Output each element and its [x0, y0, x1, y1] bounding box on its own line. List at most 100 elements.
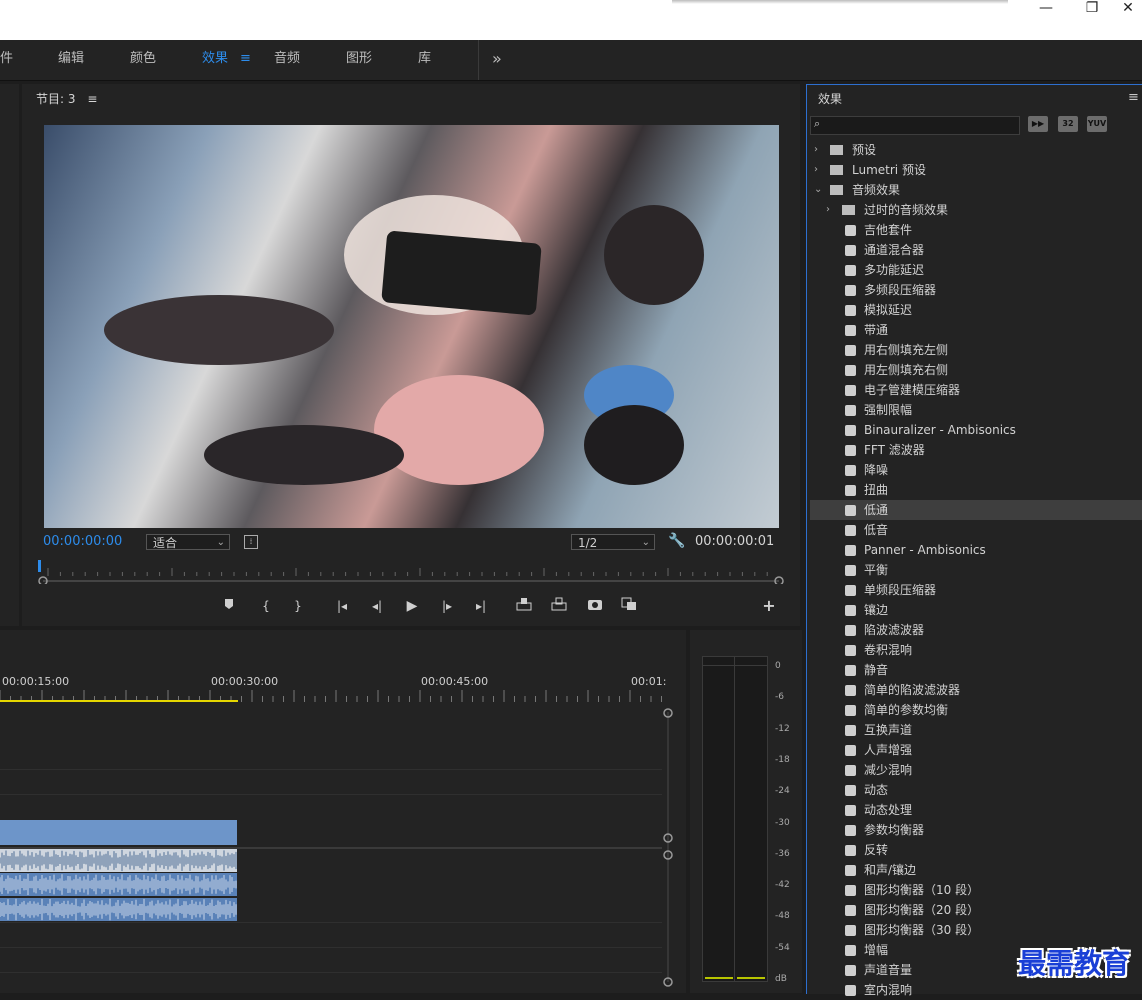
effect-list-item[interactable]: 低通: [810, 500, 1142, 520]
effect-list-item[interactable]: 用左侧填充右侧: [810, 360, 1142, 380]
step-back-icon[interactable]: ◂|: [368, 597, 386, 615]
chevron-right-icon[interactable]: ›: [826, 200, 830, 220]
effect-list-item[interactable]: 扭曲: [810, 480, 1142, 500]
effect-list-item[interactable]: 动态: [810, 780, 1142, 800]
effect-list-item[interactable]: 反转: [810, 840, 1142, 860]
effect-list-item[interactable]: 动态处理: [810, 800, 1142, 820]
32bit-effects-icon[interactable]: 32: [1058, 116, 1078, 132]
panel-menu-icon[interactable]: ≡: [1128, 90, 1139, 105]
work-area-bar[interactable]: [0, 700, 238, 702]
resolution-select[interactable]: 1/2 ⌄: [571, 534, 655, 550]
audio-clip[interactable]: [0, 898, 237, 921]
audio-clip[interactable]: [0, 873, 237, 896]
effect-list-item[interactable]: 室内混响: [810, 980, 1142, 1000]
go-to-out-icon[interactable]: ▸|: [472, 597, 490, 615]
audio-effect-icon: [845, 925, 856, 936]
play-icon[interactable]: ▶: [403, 597, 421, 615]
tab-editing[interactable]: 编辑: [58, 40, 84, 80]
effect-list-item[interactable]: 镶边: [810, 600, 1142, 620]
effect-list-item[interactable]: 平衡: [810, 560, 1142, 580]
effect-list-item[interactable]: 人声增强: [810, 740, 1142, 760]
audio-clip[interactable]: [0, 849, 237, 872]
folder-icon: [830, 145, 843, 155]
close-button[interactable]: ✕: [1108, 0, 1142, 18]
audio-effect-icon: [845, 705, 856, 716]
effect-list-item[interactable]: 陷波滤波器: [810, 620, 1142, 640]
chevron-right-icon[interactable]: ›: [814, 140, 818, 160]
effect-list-item[interactable]: 参数均衡器: [810, 820, 1142, 840]
effects-search-input[interactable]: ⌕: [810, 116, 1020, 135]
lift-icon[interactable]: [515, 597, 533, 615]
chevron-down-icon[interactable]: ⌄: [814, 180, 822, 200]
effect-list-item[interactable]: 减少混响: [810, 760, 1142, 780]
fit-select[interactable]: 适合 ⌄: [146, 534, 230, 550]
effect-list-item[interactable]: FFT 滤波器: [810, 440, 1142, 460]
effect-folder-item[interactable]: › Lumetri 预设: [810, 160, 1142, 180]
playhead[interactable]: [38, 560, 41, 572]
tab-color[interactable]: 颜色: [130, 40, 156, 80]
more-workspaces-icon[interactable]: »: [492, 40, 502, 80]
effect-list-item[interactable]: 用右侧填充左侧: [810, 340, 1142, 360]
panel-menu-icon[interactable]: ≡: [87, 92, 97, 106]
effect-list-item[interactable]: 和声/镶边: [810, 860, 1142, 880]
video-frame[interactable]: [44, 125, 779, 528]
effect-list-item[interactable]: 低音: [810, 520, 1142, 540]
effect-list-item[interactable]: 电子管建模压缩器: [810, 380, 1142, 400]
effect-list-item[interactable]: 通道混合器: [810, 240, 1142, 260]
effect-list-item[interactable]: 简单的陷波滤波器: [810, 680, 1142, 700]
effect-list-item[interactable]: 强制限幅: [810, 400, 1142, 420]
effect-folder-item[interactable]: ⌄ 音频效果: [810, 180, 1142, 200]
effect-list-item[interactable]: 图形均衡器（20 段）: [810, 900, 1142, 920]
ruler-label: 00:00:15:00: [2, 675, 70, 688]
accelerated-effects-icon[interactable]: ▶▶: [1028, 116, 1048, 132]
export-frame-icon[interactable]: [586, 597, 604, 615]
marker-icon[interactable]: [220, 597, 238, 615]
effect-list-item[interactable]: 互换声道: [810, 720, 1142, 740]
tab-effects[interactable]: 效果: [202, 40, 228, 80]
effect-list-item[interactable]: Panner - Ambisonics: [810, 540, 1142, 560]
tab-graphics[interactable]: 图形: [346, 40, 372, 80]
yuv-effects-icon[interactable]: YUV: [1087, 116, 1107, 132]
in-point-icon[interactable]: {: [257, 597, 275, 615]
program-monitor-title[interactable]: 节目: 3 ≡: [36, 90, 97, 107]
settings-icon[interactable]: ⁞: [244, 535, 258, 549]
effect-list-item[interactable]: 多功能延迟: [810, 260, 1142, 280]
step-forward-icon[interactable]: |▸: [438, 597, 456, 615]
effect-label: 吉他套件: [864, 223, 913, 237]
effect-label: 低通: [864, 503, 889, 517]
effect-list-item[interactable]: 降噪: [810, 460, 1142, 480]
meter-scale-label: -6: [775, 692, 784, 703]
workspace-menu-icon[interactable]: ≡: [240, 40, 251, 80]
effect-list-item[interactable]: 带通: [810, 320, 1142, 340]
effect-list-item[interactable]: 图形均衡器（30 段）: [810, 920, 1142, 940]
ruler-label: 00:01:: [631, 675, 667, 688]
effect-list-item[interactable]: 简单的参数均衡: [810, 700, 1142, 720]
go-to-in-icon[interactable]: |◂: [333, 597, 351, 615]
effect-list-item[interactable]: 卷积混响: [810, 640, 1142, 660]
tab-audio[interactable]: 音频: [274, 40, 300, 80]
out-point-icon[interactable]: }: [289, 597, 307, 615]
current-timecode[interactable]: 00:00:00:00: [43, 534, 122, 549]
effect-list-item[interactable]: 静音: [810, 660, 1142, 680]
effect-folder-item[interactable]: › 过时的音频效果: [810, 200, 1142, 220]
add-button-icon[interactable]: +: [760, 597, 778, 615]
video-clip[interactable]: [0, 820, 237, 845]
extract-icon[interactable]: [550, 597, 568, 615]
effect-folder-item[interactable]: › 预设: [810, 140, 1142, 160]
effect-list-item[interactable]: Binauralizer - Ambisonics: [810, 420, 1142, 440]
tab-libraries[interactable]: 库: [418, 40, 431, 80]
effect-list-item[interactable]: 图形均衡器（10 段）: [810, 880, 1142, 900]
minimize-button[interactable]: —: [1026, 0, 1066, 18]
tab-assembly[interactable]: 件: [0, 40, 13, 80]
effect-list-item[interactable]: 单频段压缩器: [810, 580, 1142, 600]
comparison-view-icon[interactable]: [620, 597, 638, 615]
effect-list-item[interactable]: 多频段压缩器: [810, 280, 1142, 300]
timeline-vertical-scrollbar[interactable]: [662, 706, 674, 991]
program-time-ruler[interactable]: [38, 560, 784, 584]
effect-list-item[interactable]: 吉他套件: [810, 220, 1142, 240]
effects-panel-title[interactable]: 效果: [818, 90, 842, 107]
effect-list-item[interactable]: 模拟延迟: [810, 300, 1142, 320]
wrench-icon[interactable]: 🔧: [668, 533, 685, 549]
chevron-right-icon[interactable]: ›: [814, 160, 818, 180]
restore-button[interactable]: ❐: [1072, 0, 1112, 18]
